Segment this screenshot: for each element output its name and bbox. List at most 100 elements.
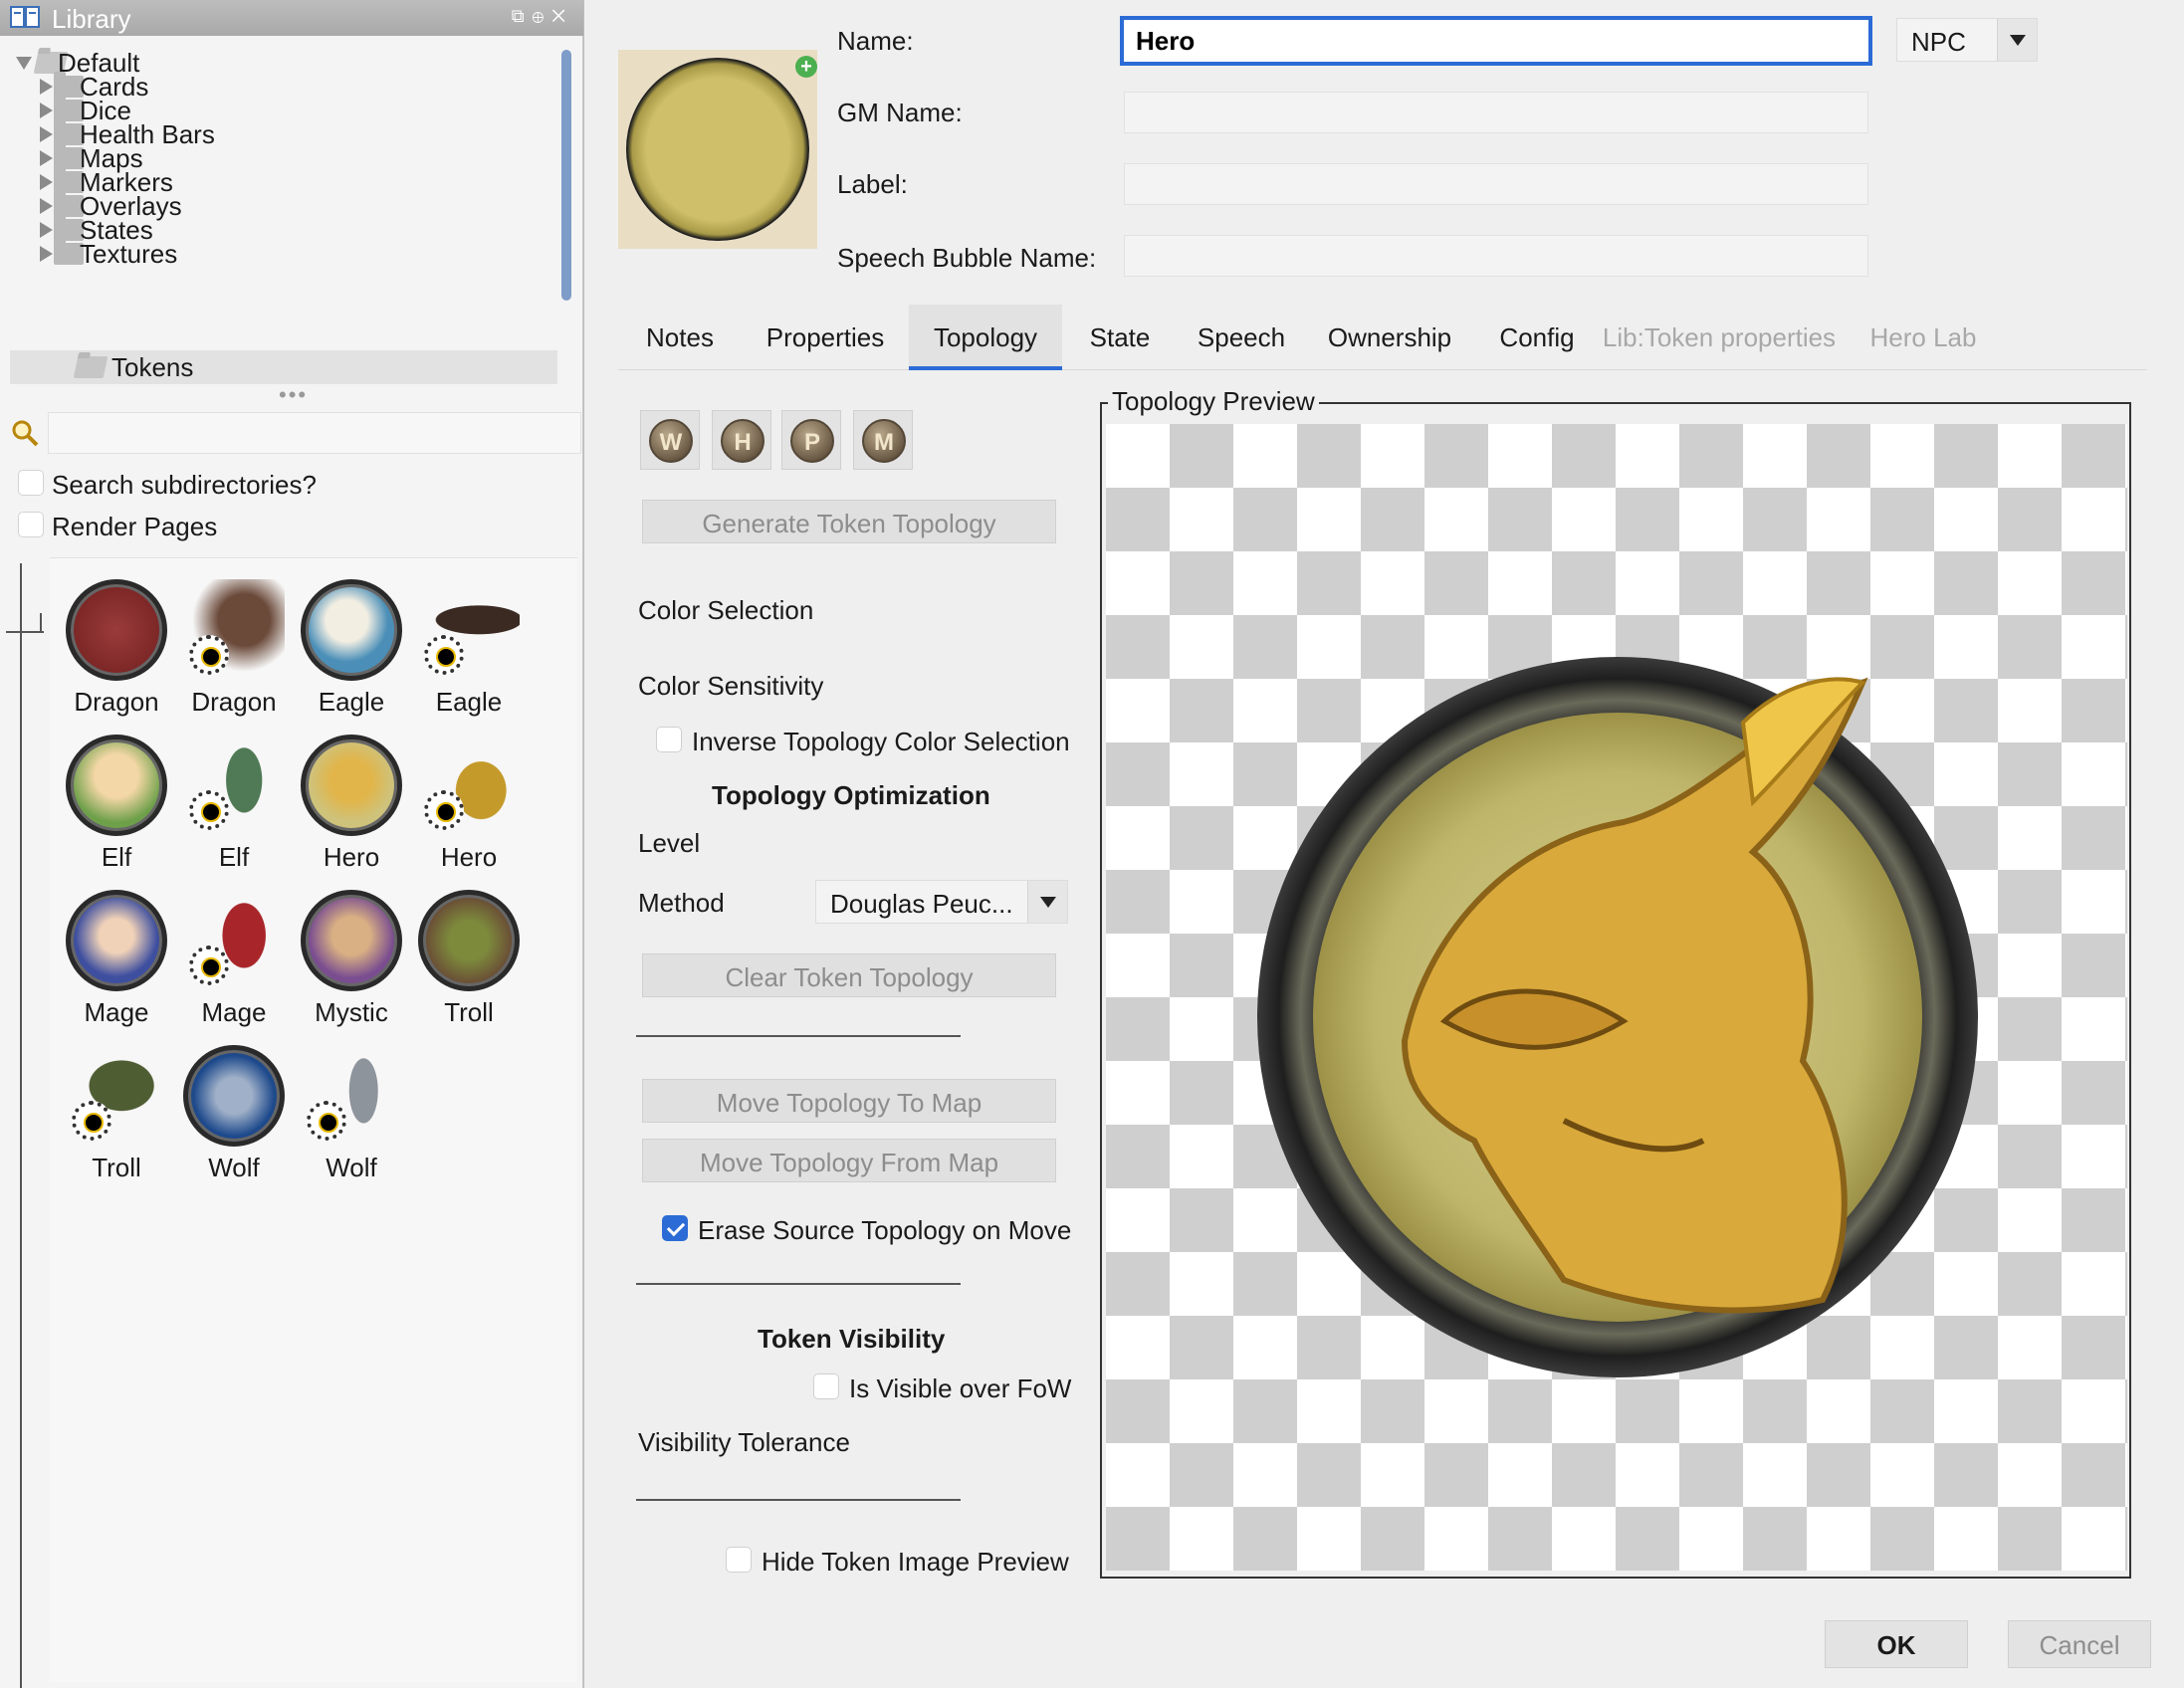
tab-hero-lab[interactable]: Hero Lab [1839, 305, 2008, 370]
gear-icon [424, 790, 464, 830]
token-type-select[interactable]: NPC [1896, 18, 2038, 62]
search-input[interactable] [48, 412, 581, 454]
hill-topology-icon: H [721, 419, 764, 463]
token-item[interactable]: Hero [285, 735, 402, 890]
token-item[interactable]: Mystic [285, 890, 402, 1045]
chevron-down-icon[interactable] [16, 57, 32, 70]
token-item[interactable]: Mage [50, 890, 167, 1045]
render-pages-checkbox[interactable] [18, 512, 44, 537]
chevron-right-icon[interactable] [40, 174, 53, 190]
tree-item-tokens[interactable]: Tokens [10, 350, 557, 384]
token-name: Wolf [208, 1153, 260, 1182]
topology-pit-button[interactable]: P [781, 410, 841, 470]
token-item[interactable]: Eagle [285, 579, 402, 735]
topology-preview-canvas[interactable] [1106, 424, 2127, 1571]
move-topology-from-map-button[interactable]: Move Topology From Map [642, 1139, 1056, 1182]
tab-lib-token-properties[interactable]: Lib:Token properties [1600, 305, 1839, 370]
method-select[interactable]: Douglas Peuc... [815, 880, 1068, 924]
token-item[interactable]: Troll [402, 890, 520, 1045]
tab-notes[interactable]: Notes [618, 305, 742, 370]
mbl-topology-icon: M [862, 419, 906, 463]
folder-open-icon [73, 356, 109, 378]
token-name: Dragon [191, 687, 277, 717]
chevron-down-icon[interactable] [1027, 881, 1067, 923]
tab-ownership[interactable]: Ownership [1305, 305, 1474, 370]
chevron-right-icon[interactable] [40, 126, 53, 142]
method-value: Douglas Peuc... [830, 889, 1013, 919]
erase-source-checkbox[interactable] [662, 1215, 688, 1241]
splitter-line [20, 563, 22, 1688]
tab-speech[interactable]: Speech [1178, 305, 1305, 370]
token-item[interactable]: Elf [50, 735, 167, 890]
visible-over-fow-checkbox[interactable] [813, 1373, 839, 1399]
tree-item-textures[interactable]: Textures [10, 237, 557, 271]
token-item[interactable]: Wolf [167, 1045, 285, 1200]
search-subdirectories-checkbox[interactable] [18, 470, 44, 496]
inverse-selection-checkbox[interactable] [656, 727, 682, 752]
search-subdirectories-label: Search subdirectories? [52, 470, 317, 500]
chevron-right-icon[interactable] [40, 246, 53, 262]
chevron-right-icon[interactable] [40, 79, 53, 95]
library-search [10, 412, 581, 456]
chevron-right-icon[interactable] [40, 103, 53, 118]
token-portrait[interactable]: + [618, 50, 817, 249]
token-name: Troll [444, 997, 494, 1027]
split-handle[interactable]: ••• [279, 382, 308, 408]
generate-topology-button[interactable]: Generate Token Topology [642, 500, 1056, 543]
divider [636, 1035, 961, 1037]
label-input[interactable] [1124, 163, 1868, 205]
token-type-value: NPC [1911, 27, 1966, 57]
token-item[interactable]: Hero [402, 735, 520, 890]
token-item[interactable]: Eagle [402, 579, 520, 735]
token-item[interactable]: Dragon [50, 579, 167, 735]
topology-hill-button[interactable]: H [712, 410, 771, 470]
token-item[interactable]: Elf [167, 735, 285, 890]
add-icon[interactable]: + [795, 56, 817, 78]
speech-bubble-input[interactable] [1124, 235, 1868, 277]
chevron-right-icon[interactable] [40, 150, 53, 166]
token-item[interactable]: Dragon [167, 579, 285, 735]
tab-topology[interactable]: Topology [909, 305, 1062, 370]
color-sensitivity-label: Color Sensitivity [638, 671, 824, 701]
render-pages-label: Render Pages [52, 512, 218, 541]
cancel-button[interactable]: Cancel [2008, 1620, 2151, 1668]
gm-name-label: GM Name: [837, 98, 963, 127]
tab-config[interactable]: Config [1474, 305, 1600, 370]
gm-name-input[interactable] [1124, 92, 1868, 133]
library-panel: Library ⧉⊕✕ Default Cards Dice Health Ba… [0, 0, 583, 1688]
topology-mbl-button[interactable]: M [853, 410, 913, 470]
method-label: Method [638, 888, 725, 918]
tab-properties[interactable]: Properties [742, 305, 909, 370]
topology-preview-title: Topology Preview [1108, 386, 1319, 417]
token-name: Elf [101, 842, 132, 872]
move-topology-to-map-button[interactable]: Move Topology To Map [642, 1079, 1056, 1123]
chevron-right-icon[interactable] [40, 198, 53, 214]
library-tree: Default Cards Dice Health Bars Maps Mark… [10, 46, 557, 384]
gear-icon [424, 635, 464, 675]
visibility-heading: Token Visibility [758, 1324, 946, 1354]
window-controls[interactable]: ⧉⊕✕ [512, 6, 573, 27]
clear-topology-button[interactable]: Clear Token Topology [642, 953, 1056, 997]
token-name: Mystic [315, 997, 388, 1027]
hero-portrait-image [626, 58, 809, 241]
wall-topology-icon: W [649, 419, 693, 463]
hide-preview-checkbox[interactable] [726, 1547, 752, 1573]
chevron-right-icon[interactable] [40, 222, 53, 238]
tree-scrollbar[interactable] [561, 50, 571, 301]
token-item[interactable]: Troll [50, 1045, 167, 1200]
gear-icon [189, 946, 229, 985]
token-name: Mage [84, 997, 149, 1027]
name-input[interactable] [1120, 16, 1872, 66]
divider [636, 1499, 961, 1501]
ok-button[interactable]: OK [1825, 1620, 1968, 1668]
tab-state[interactable]: State [1062, 305, 1178, 370]
erase-source-label: Erase Source Topology on Move [698, 1215, 1072, 1245]
tree-item-label: Textures [80, 239, 178, 269]
splitter-tick [40, 613, 42, 633]
token-item[interactable]: Wolf [285, 1045, 402, 1200]
gear-icon [72, 1101, 111, 1141]
topology-wall-button[interactable]: W [640, 410, 700, 470]
token-item[interactable]: Mage [167, 890, 285, 1045]
chevron-down-icon[interactable] [1997, 19, 2037, 61]
topology-preview-panel: Topology Preview [1100, 386, 2131, 1579]
